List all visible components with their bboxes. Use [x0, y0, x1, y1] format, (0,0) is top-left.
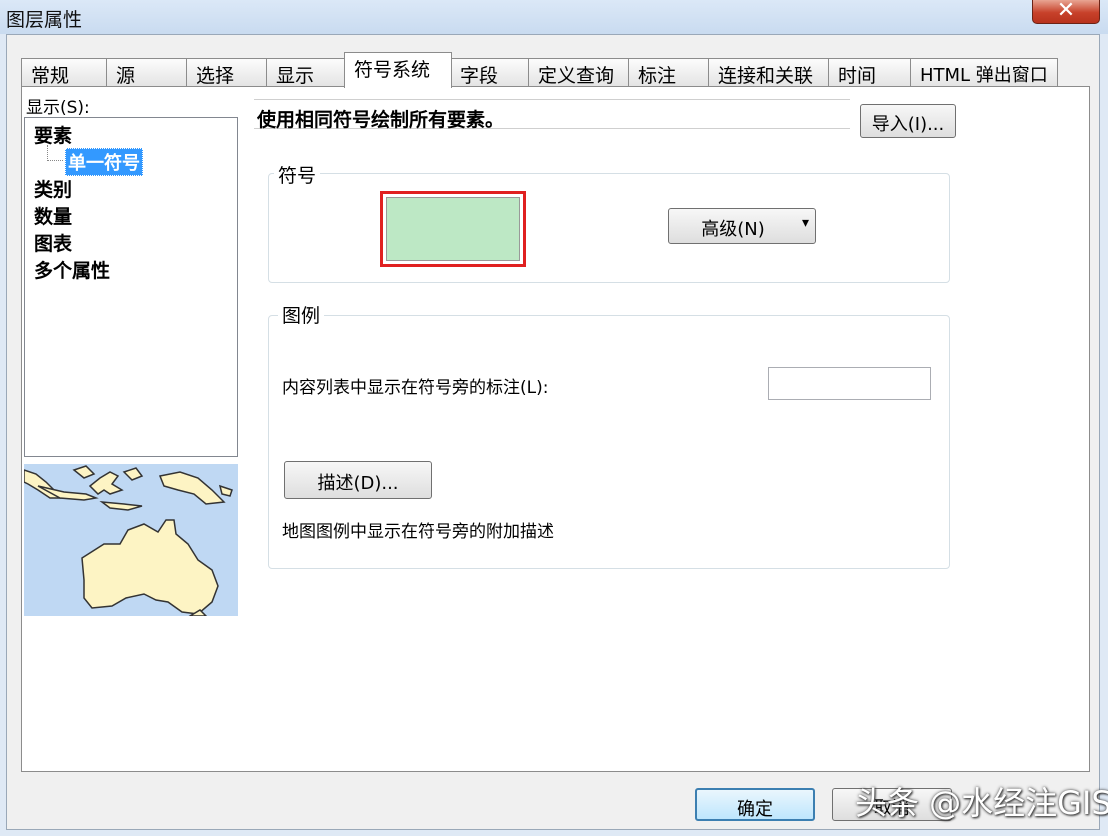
tree-item-categories[interactable]: 类别	[34, 175, 72, 202]
symbol-group	[268, 173, 950, 283]
tab-symbology[interactable]: 符号系统	[344, 52, 452, 88]
tree-item-quantities[interactable]: 数量	[34, 202, 72, 229]
legend-label-input[interactable]	[768, 367, 931, 400]
advanced-button[interactable]: 高级(N) ▾	[668, 208, 816, 244]
renderer-preview-map	[24, 464, 238, 616]
symbol-swatch[interactable]	[380, 191, 526, 267]
renderer-tree: 要素 单一符号 类别 数量 图表 多个属性	[24, 117, 238, 457]
title-bar: 图层属性 ✕	[0, 0, 1108, 34]
tab-time[interactable]: 时间	[828, 58, 912, 87]
tab-selection[interactable]: 选择	[186, 58, 268, 87]
close-button[interactable]: ✕	[1032, 0, 1100, 24]
symbology-panel: 显示(S): 要素 单一符号 类别 数量 图表 多个属性 使用相同符号绘制所有要…	[21, 86, 1090, 772]
tab-definition-query[interactable]: 定义查询	[528, 58, 630, 87]
legend-label-caption: 内容列表中显示在符号旁的标注(L):	[282, 378, 549, 398]
tab-source[interactable]: 源	[106, 58, 188, 87]
australia-map-illustration	[24, 465, 233, 616]
tree-item-features[interactable]: 要素	[34, 121, 72, 148]
symbol-fill	[386, 197, 520, 261]
import-button[interactable]: 导入(I)...	[860, 104, 956, 138]
tab-html-popup[interactable]: HTML 弹出窗口	[910, 58, 1058, 87]
legend-description-hint: 地图图例中显示在符号旁的附加描述	[282, 522, 554, 542]
window-title: 图层属性	[6, 9, 83, 31]
dropdown-arrow-icon: ▾	[801, 215, 809, 231]
tab-fields[interactable]: 字段	[450, 58, 530, 87]
ok-button[interactable]: 确定	[695, 788, 815, 821]
tab-labels[interactable]: 标注	[628, 58, 710, 87]
symbol-group-title: 符号	[274, 161, 321, 188]
tab-joins-relates[interactable]: 连接和关联	[708, 58, 830, 87]
advanced-button-label: 高级(N)	[701, 219, 765, 240]
show-label: 显示(S):	[26, 98, 90, 118]
renderer-description: 使用相同符号绘制所有要素。	[254, 99, 850, 131]
dialog-body: 常规 源 选择 显示 符号系统 字段 定义查询 标注 连接和关联 时间 HTML…	[6, 34, 1100, 830]
tree-item-single-symbol[interactable]: 单一符号	[65, 148, 143, 176]
close-icon: ✕	[1056, 0, 1076, 23]
tab-general[interactable]: 常规	[21, 58, 108, 87]
tree-item-charts[interactable]: 图表	[34, 229, 72, 256]
watermark-text: 头条 @水经注GIS	[855, 784, 1108, 822]
tree-item-multiple-attributes[interactable]: 多个属性	[34, 256, 110, 283]
tree-connector	[47, 160, 63, 161]
legend-group-title: 图例	[278, 301, 325, 328]
tab-display[interactable]: 显示	[266, 58, 346, 87]
description-button[interactable]: 描述(D)...	[284, 461, 432, 499]
tree-connector	[47, 145, 48, 161]
